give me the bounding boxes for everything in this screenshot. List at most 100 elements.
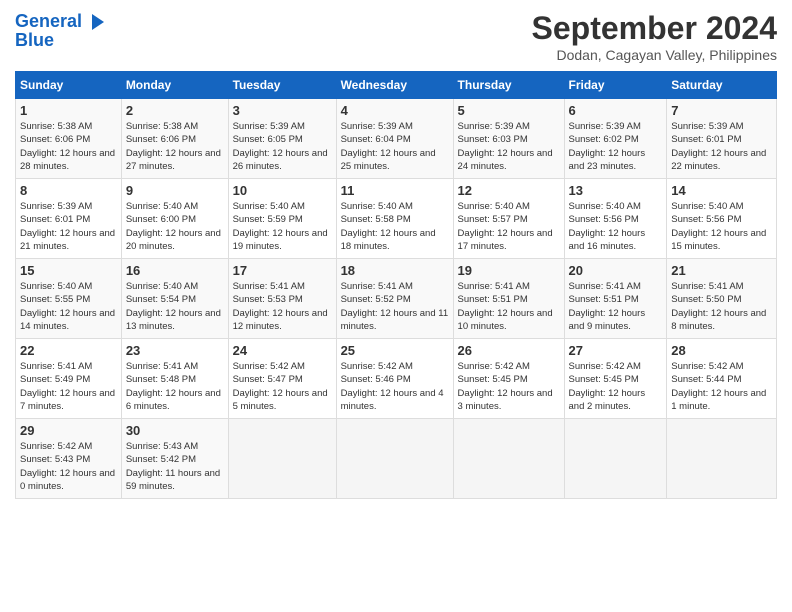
day-number: 14 [671, 183, 772, 198]
daylight-label: Daylight: 12 hours and 18 minutes. [341, 228, 436, 252]
daylight-label: Daylight: 12 hours and 17 minutes. [458, 228, 553, 252]
sunrise-label: Sunrise: 5:42 AM [20, 441, 92, 452]
header-friday: Friday [564, 72, 667, 99]
calendar-day-cell: 28 Sunrise: 5:42 AM Sunset: 5:44 PM Dayl… [667, 339, 777, 419]
day-number: 26 [458, 343, 560, 358]
calendar-day-cell: 4 Sunrise: 5:39 AM Sunset: 6:04 PM Dayli… [336, 99, 453, 179]
empty-cell [453, 419, 564, 499]
header-saturday: Saturday [667, 72, 777, 99]
sunset-label: Sunset: 5:46 PM [341, 374, 411, 385]
sunrise-label: Sunrise: 5:40 AM [458, 201, 530, 212]
day-number: 20 [569, 263, 663, 278]
header-sunday: Sunday [16, 72, 122, 99]
day-content: Sunrise: 5:41 AM Sunset: 5:52 PM Dayligh… [341, 280, 449, 333]
day-content: Sunrise: 5:41 AM Sunset: 5:48 PM Dayligh… [126, 360, 224, 413]
day-number: 2 [126, 103, 224, 118]
day-number: 24 [233, 343, 332, 358]
sunrise-label: Sunrise: 5:40 AM [341, 201, 413, 212]
sunset-label: Sunset: 5:52 PM [341, 294, 411, 305]
day-content: Sunrise: 5:41 AM Sunset: 5:50 PM Dayligh… [671, 280, 772, 333]
calendar-header-row: Sunday Monday Tuesday Wednesday Thursday… [16, 72, 777, 99]
calendar-day-cell: 1 Sunrise: 5:38 AM Sunset: 6:06 PM Dayli… [16, 99, 122, 179]
calendar-day-cell: 19 Sunrise: 5:41 AM Sunset: 5:51 PM Dayl… [453, 259, 564, 339]
day-number: 6 [569, 103, 663, 118]
sunrise-label: Sunrise: 5:38 AM [126, 121, 198, 132]
sunset-label: Sunset: 5:45 PM [569, 374, 639, 385]
day-number: 4 [341, 103, 449, 118]
sunset-label: Sunset: 5:53 PM [233, 294, 303, 305]
daylight-label: Daylight: 12 hours and 11 minutes. [341, 308, 449, 332]
day-number: 28 [671, 343, 772, 358]
calendar-day-cell: 13 Sunrise: 5:40 AM Sunset: 5:56 PM Dayl… [564, 179, 667, 259]
sunrise-label: Sunrise: 5:42 AM [233, 361, 305, 372]
sunset-label: Sunset: 5:42 PM [126, 454, 196, 465]
daylight-label: Daylight: 12 hours and 7 minutes. [20, 388, 115, 412]
sunset-label: Sunset: 5:44 PM [671, 374, 741, 385]
day-content: Sunrise: 5:42 AM Sunset: 5:43 PM Dayligh… [20, 440, 117, 493]
calendar-week-row: 22 Sunrise: 5:41 AM Sunset: 5:49 PM Dayl… [16, 339, 777, 419]
daylight-label: Daylight: 12 hours and 12 minutes. [233, 308, 328, 332]
calendar-week-row: 1 Sunrise: 5:38 AM Sunset: 6:06 PM Dayli… [16, 99, 777, 179]
day-number: 13 [569, 183, 663, 198]
day-number: 12 [458, 183, 560, 198]
daylight-label: Daylight: 12 hours and 28 minutes. [20, 148, 115, 172]
sunset-label: Sunset: 5:54 PM [126, 294, 196, 305]
calendar-day-cell: 14 Sunrise: 5:40 AM Sunset: 5:56 PM Dayl… [667, 179, 777, 259]
day-content: Sunrise: 5:41 AM Sunset: 5:51 PM Dayligh… [569, 280, 663, 333]
sunset-label: Sunset: 6:06 PM [20, 134, 90, 145]
daylight-label: Daylight: 12 hours and 4 minutes. [341, 388, 444, 412]
calendar-week-row: 29 Sunrise: 5:42 AM Sunset: 5:43 PM Dayl… [16, 419, 777, 499]
daylight-label: Daylight: 12 hours and 3 minutes. [458, 388, 553, 412]
day-content: Sunrise: 5:39 AM Sunset: 6:03 PM Dayligh… [458, 120, 560, 173]
day-content: Sunrise: 5:41 AM Sunset: 5:49 PM Dayligh… [20, 360, 117, 413]
sunrise-label: Sunrise: 5:40 AM [20, 281, 92, 292]
calendar-day-cell: 7 Sunrise: 5:39 AM Sunset: 6:01 PM Dayli… [667, 99, 777, 179]
day-number: 8 [20, 183, 117, 198]
empty-cell [336, 419, 453, 499]
daylight-label: Daylight: 12 hours and 14 minutes. [20, 308, 115, 332]
empty-cell [564, 419, 667, 499]
sunrise-label: Sunrise: 5:38 AM [20, 121, 92, 132]
month-title: September 2024 [532, 10, 777, 47]
sunrise-label: Sunrise: 5:39 AM [20, 201, 92, 212]
sunset-label: Sunset: 6:01 PM [671, 134, 741, 145]
sunset-label: Sunset: 5:47 PM [233, 374, 303, 385]
sunset-label: Sunset: 5:51 PM [458, 294, 528, 305]
sunrise-label: Sunrise: 5:41 AM [569, 281, 641, 292]
daylight-label: Daylight: 12 hours and 24 minutes. [458, 148, 553, 172]
calendar-day-cell: 20 Sunrise: 5:41 AM Sunset: 5:51 PM Dayl… [564, 259, 667, 339]
day-number: 5 [458, 103, 560, 118]
sunrise-label: Sunrise: 5:42 AM [569, 361, 641, 372]
day-number: 27 [569, 343, 663, 358]
day-content: Sunrise: 5:39 AM Sunset: 6:05 PM Dayligh… [233, 120, 332, 173]
sunrise-label: Sunrise: 5:42 AM [458, 361, 530, 372]
day-number: 10 [233, 183, 332, 198]
day-content: Sunrise: 5:40 AM Sunset: 5:56 PM Dayligh… [671, 200, 772, 253]
daylight-label: Daylight: 12 hours and 0 minutes. [20, 468, 115, 492]
calendar-day-cell: 11 Sunrise: 5:40 AM Sunset: 5:58 PM Dayl… [336, 179, 453, 259]
day-number: 30 [126, 423, 224, 438]
sunset-label: Sunset: 6:05 PM [233, 134, 303, 145]
day-content: Sunrise: 5:42 AM Sunset: 5:45 PM Dayligh… [458, 360, 560, 413]
sunrise-label: Sunrise: 5:42 AM [341, 361, 413, 372]
sunrise-label: Sunrise: 5:39 AM [458, 121, 530, 132]
sunset-label: Sunset: 5:58 PM [341, 214, 411, 225]
sunset-label: Sunset: 5:57 PM [458, 214, 528, 225]
day-content: Sunrise: 5:40 AM Sunset: 5:59 PM Dayligh… [233, 200, 332, 253]
day-content: Sunrise: 5:42 AM Sunset: 5:47 PM Dayligh… [233, 360, 332, 413]
day-number: 3 [233, 103, 332, 118]
day-number: 29 [20, 423, 117, 438]
sunset-label: Sunset: 5:51 PM [569, 294, 639, 305]
calendar-day-cell: 6 Sunrise: 5:39 AM Sunset: 6:02 PM Dayli… [564, 99, 667, 179]
day-content: Sunrise: 5:39 AM Sunset: 6:02 PM Dayligh… [569, 120, 663, 173]
calendar-day-cell: 22 Sunrise: 5:41 AM Sunset: 5:49 PM Dayl… [16, 339, 122, 419]
sunrise-label: Sunrise: 5:39 AM [233, 121, 305, 132]
sunset-label: Sunset: 6:01 PM [20, 214, 90, 225]
daylight-label: Daylight: 12 hours and 6 minutes. [126, 388, 221, 412]
sunrise-label: Sunrise: 5:39 AM [569, 121, 641, 132]
daylight-label: Daylight: 12 hours and 25 minutes. [341, 148, 436, 172]
calendar-day-cell: 2 Sunrise: 5:38 AM Sunset: 6:06 PM Dayli… [121, 99, 228, 179]
daylight-label: Daylight: 12 hours and 23 minutes. [569, 148, 646, 172]
day-number: 25 [341, 343, 449, 358]
calendar-table: Sunday Monday Tuesday Wednesday Thursday… [15, 71, 777, 499]
